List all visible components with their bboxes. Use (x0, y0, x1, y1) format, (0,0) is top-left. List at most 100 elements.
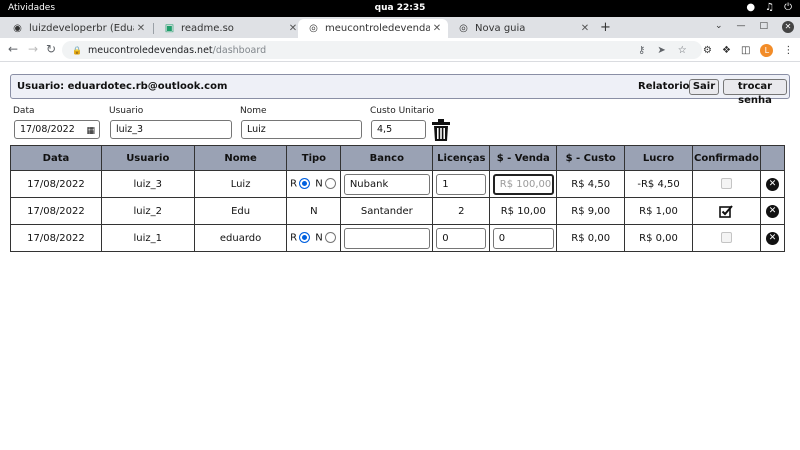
cost-label: Custo Unitario (370, 106, 435, 116)
key-icon[interactable]: ⚷ (638, 45, 645, 56)
cell-user: luiz_1 (100, 224, 195, 252)
tab-readme[interactable]: ▣ readme.so ✕ (154, 19, 304, 38)
calendar-icon[interactable]: ▦ (86, 123, 95, 140)
bank-input[interactable] (343, 227, 430, 249)
confirmed-checkbox[interactable] (720, 178, 732, 190)
omnibox-actions: ⚷ ➤ ☆ (638, 45, 687, 56)
power-icon: ⏻ (784, 2, 792, 13)
system-tray[interactable]: ● ♫ ⏻ (746, 2, 792, 13)
tab-strip: ◉ luizdeveloperbr (Eduardo ✕ ▣ readme.so… (0, 17, 800, 38)
delete-row-icon[interactable]: ✕ (765, 204, 779, 218)
cell-bank: Santander (340, 197, 434, 225)
close-icon[interactable]: ✕ (578, 23, 592, 34)
name-input[interactable]: Luiz (241, 120, 362, 139)
table-header-row: Data Usuario Nome Tipo Banco Licenças $ … (10, 145, 786, 171)
puzzle-icon[interactable]: ❖ (722, 45, 731, 56)
extension-icon[interactable]: ⚙ (703, 45, 712, 56)
window-controls: ⌄ — □ ✕ (715, 21, 794, 33)
date-input[interactable]: 17/08/2022 ▦ (14, 120, 100, 139)
cell-user: luiz_2 (100, 197, 195, 225)
cell-name: eduardo (193, 224, 288, 252)
reports-link[interactable]: Relatorios (638, 81, 696, 92)
radio-n[interactable] (324, 178, 336, 190)
tab-nova-guia[interactable]: ◎ Nova guia ✕ (448, 19, 596, 38)
cell-profit: R$ 1,00 (624, 197, 693, 225)
table-row: 17/08/2022 luiz_2 Edu N Santander 2 R$ 1… (10, 197, 786, 225)
confirmed-check-icon[interactable] (719, 204, 734, 218)
radio-r-label: R (290, 178, 298, 190)
column-header: Tipo (286, 145, 342, 171)
cell-delete: ✕ (759, 170, 786, 198)
radio-n-label: N (315, 178, 323, 190)
column-header: Confirmado (691, 145, 761, 171)
trash-icon[interactable] (432, 119, 450, 141)
forward-icon[interactable]: → (28, 42, 38, 56)
bank-input[interactable]: Nubank (343, 173, 430, 195)
tab-title: readme.so (181, 23, 234, 34)
column-header: Licenças (432, 145, 491, 171)
clock[interactable]: qua 22:35 (0, 3, 800, 13)
lock-icon: 🔒 (72, 45, 82, 55)
tab-title: luizdeveloperbr (Eduardo (29, 23, 134, 34)
licenses-input[interactable]: 1 (436, 173, 487, 195)
system-top-bar: Atividades qua 22:35 ● ♫ ⏻ (0, 0, 800, 17)
back-icon[interactable]: ← (8, 42, 18, 56)
extensions-area: ⚙ ❖ ◫ L ⋮ (703, 44, 793, 57)
date-label: Data (13, 106, 35, 116)
cell-licenses: 1 (432, 170, 491, 198)
minimize-icon[interactable]: — (736, 21, 745, 33)
tab-title: meucontroledevendas.net (325, 23, 430, 34)
cost-input[interactable]: 4,5 (371, 120, 426, 139)
delete-row-icon[interactable]: ✕ (765, 177, 779, 191)
cell-cost: R$ 4,50 (556, 170, 626, 198)
volume-icon: ♫ (765, 2, 775, 13)
reload-icon[interactable]: ↻ (46, 42, 56, 56)
radio-n-label: N (315, 232, 323, 244)
url-field[interactable]: 🔒 meucontroledevendas.net/dashboard (62, 41, 702, 59)
maximize-icon[interactable]: □ (759, 21, 768, 33)
cell-tipo: R N (286, 170, 342, 198)
cell-delete: ✕ (759, 224, 786, 252)
logout-button[interactable]: Sair (689, 79, 719, 95)
tab-meucontroledevendas[interactable]: ◎ meucontroledevendas.net ✕ (298, 19, 448, 38)
globe-icon: ◎ (459, 23, 468, 34)
delete-row-icon[interactable]: ✕ (765, 231, 779, 245)
change-password-button[interactable]: trocar senha (723, 79, 787, 106)
cell-licenses: 2 (432, 197, 491, 225)
radio-n[interactable] (324, 232, 336, 244)
sidepanel-icon[interactable]: ◫ (741, 45, 750, 56)
avatar[interactable]: L (760, 44, 774, 57)
sale-input[interactable]: R$ 100,00 (492, 173, 554, 195)
close-icon[interactable]: ✕ (134, 23, 148, 34)
column-header: Nome (193, 145, 288, 171)
licenses-input[interactable]: 0 (436, 227, 487, 249)
cell-sale: R$ 100,00 (489, 170, 558, 198)
close-window-icon[interactable]: ✕ (782, 21, 794, 33)
close-icon[interactable]: ✕ (430, 23, 444, 34)
radio-r[interactable] (299, 232, 311, 244)
share-icon[interactable]: ➤ (657, 45, 665, 56)
cell-user: luiz_3 (100, 170, 195, 198)
table-row: 17/08/2022 luiz_1 eduardo R N 0 0 R$ 0,0… (10, 224, 786, 252)
column-header (759, 145, 786, 171)
user-label: Usuario: eduardotec.rb@outlook.com (17, 81, 228, 92)
user-input[interactable]: luiz_3 (110, 120, 232, 139)
tab-github[interactable]: ◉ luizdeveloperbr (Eduardo ✕ (2, 19, 152, 38)
menu-icon[interactable]: ⋮ (783, 45, 793, 56)
cell-confirmed (691, 197, 761, 225)
cell-cost: R$ 0,00 (556, 224, 626, 252)
cell-tipo: N (286, 197, 342, 225)
confirmed-checkbox[interactable] (720, 232, 732, 244)
tab-search-icon[interactable]: ⌄ (715, 21, 723, 33)
tab-title: Nova guia (475, 23, 526, 34)
column-header: $ - Custo (556, 145, 626, 171)
cell-date: 17/08/2022 (10, 224, 102, 252)
radio-r[interactable] (299, 178, 311, 190)
star-icon[interactable]: ☆ (678, 45, 687, 56)
cell-bank (340, 224, 434, 252)
column-header: Lucro (624, 145, 693, 171)
new-tab-button[interactable]: + (600, 20, 611, 35)
sale-input[interactable]: 0 (492, 227, 554, 249)
address-bar: ← → ↻ 🔒 meucontroledevendas.net/dashboar… (0, 38, 800, 62)
cell-confirmed (691, 170, 761, 198)
